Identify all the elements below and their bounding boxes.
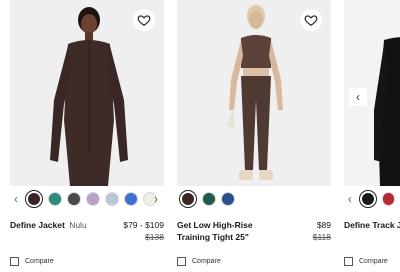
product-card-define-track-jacket[interactable]: ‹ ‹ Define Track Jac [344,0,400,231]
checkbox-box[interactable] [344,257,353,266]
heart-icon [304,15,318,26]
favorite-button[interactable] [300,9,322,31]
compare-checkbox[interactable]: Compare [10,257,54,266]
chevron-left-icon: ‹ [356,90,360,104]
product-name[interactable]: Define Jacket Nulu [10,219,110,243]
compare-checkbox[interactable]: Compare [344,257,388,266]
compare-checkbox[interactable]: Compare [177,257,221,266]
carousel-prev-button[interactable]: ‹ [349,88,367,106]
heart-icon [137,15,151,26]
swatch[interactable] [105,192,119,206]
price: $79 - $109 [123,220,164,230]
compare-label: Compare [192,258,221,265]
product-name[interactable]: Define Track Jac [344,219,400,231]
swatch[interactable] [202,192,216,206]
swatch[interactable] [358,190,377,208]
compare-label: Compare [359,258,388,265]
price: $89 [316,220,331,230]
price-block: $79 - $109 $138 [123,219,164,243]
chevron-right-icon[interactable]: › [152,192,160,206]
product-name[interactable]: Get Low High-Rise Training Tight 25" [177,219,277,243]
product-image[interactable] [177,0,331,186]
color-swatches: ‹ [344,186,400,212]
favorite-button[interactable] [133,9,155,31]
color-swatches [177,186,331,212]
compare-label: Compare [25,258,54,265]
swatch[interactable] [86,192,100,206]
swatch[interactable] [381,192,396,206]
swatch[interactable] [67,192,81,206]
product-card-get-low-tight[interactable]: Get Low High-Rise Training Tight 25" $89… [177,0,331,243]
swatch[interactable] [179,190,197,208]
product-image[interactable] [10,0,164,186]
chevron-left-icon[interactable]: ‹ [346,192,354,206]
swatch[interactable] [221,192,235,206]
product-image[interactable]: ‹ [344,0,400,186]
swatch[interactable] [48,192,62,206]
price-block: $89 $118 [313,219,331,243]
product-card-define-jacket[interactable]: ‹ › Define Jacket Nulu $79 - $109 $138 [10,0,164,243]
product-subtitle: Nulu [69,220,87,230]
color-swatches: ‹ › [10,186,164,212]
was-price: $118 [312,232,331,242]
checkbox-box[interactable] [10,257,19,266]
was-price: $138 [145,232,164,242]
checkbox-box[interactable] [177,257,186,266]
chevron-left-icon[interactable]: ‹ [12,192,20,206]
swatch[interactable] [25,190,43,208]
swatch[interactable] [124,192,138,206]
